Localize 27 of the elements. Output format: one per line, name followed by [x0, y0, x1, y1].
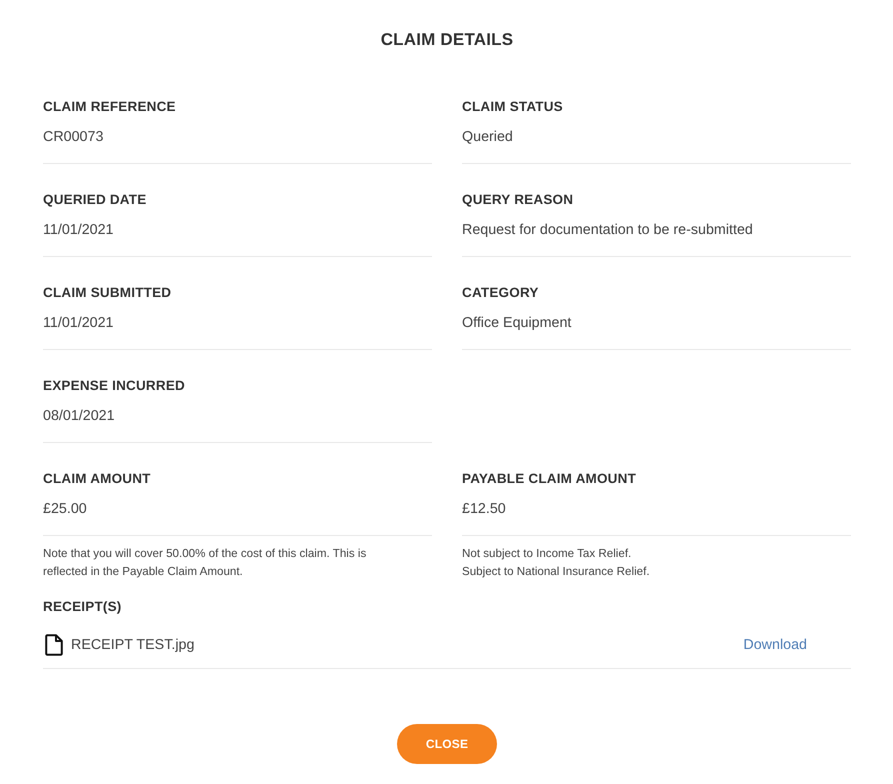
field-value: CR00073 — [43, 128, 104, 147]
receipts-heading: RECEIPT(S) — [43, 598, 123, 616]
field-value: Office Equipment — [462, 314, 572, 333]
field-label: CLAIM AMOUNT — [43, 470, 152, 488]
field-value: 08/01/2021 — [43, 407, 116, 426]
field-value: £12.50 — [462, 500, 507, 519]
field-value: 11/01/2021 — [43, 314, 114, 333]
field-label: QUERIED DATE — [43, 191, 148, 209]
note-text: Subject to National Insurance Relief. — [462, 564, 651, 580]
note-text: Not subject to Income Tax Relief. — [462, 546, 632, 562]
dialog-title: CLAIM DETAILS — [380, 29, 514, 51]
field-value: £25.00 — [43, 500, 88, 519]
field-label: EXPENSE INCURRED — [43, 377, 186, 395]
field-value: Request for documentation to be re-submitted — [462, 221, 754, 240]
field-label: QUERY REASON — [462, 191, 574, 209]
download-link[interactable]: Download — [743, 635, 807, 655]
field-label: CLAIM SUBMITTED — [43, 284, 172, 302]
field-label: CLAIM STATUS — [462, 98, 564, 116]
note-text: Note that you will cover 50.00% of the cost of this claim. This is reflected in the Payable Claim Amount. — [43, 546, 368, 580]
field-label: PAYABLE CLAIM AMOUNT — [462, 470, 638, 488]
field-value: 11/01/2021 — [43, 221, 114, 240]
field-value: Queried — [462, 128, 514, 147]
field-label: CLAIM REFERENCE — [43, 98, 177, 116]
field-label: CATEGORY — [462, 284, 540, 302]
receipt-file-name: RECEIPT TEST.jpg — [71, 636, 196, 655]
close-button[interactable]: CLOSE — [397, 724, 497, 764]
file-icon — [45, 634, 63, 656]
